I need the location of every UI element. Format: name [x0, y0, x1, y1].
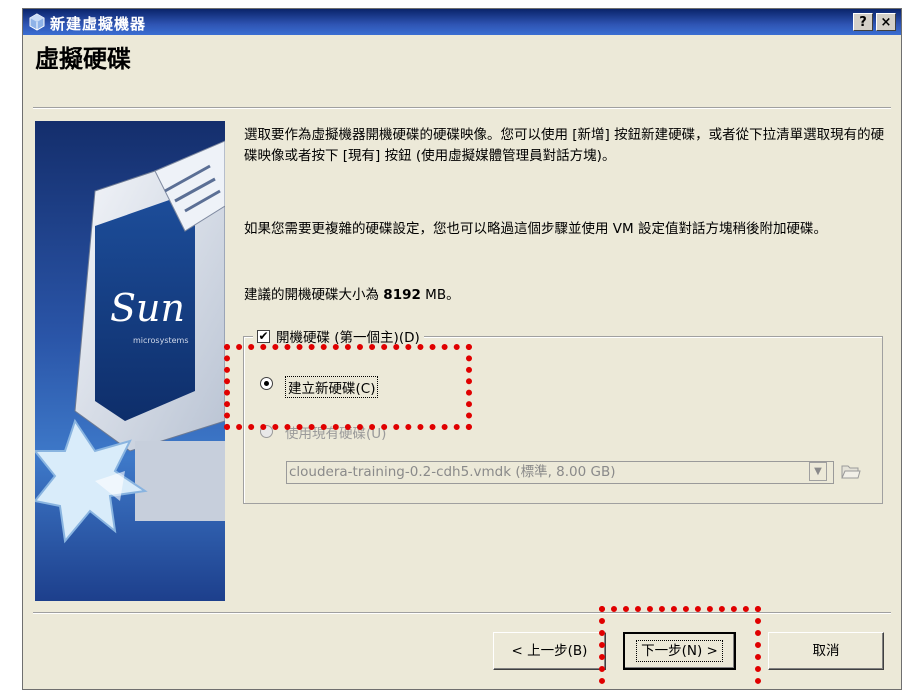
- svg-text:microsystems: microsystems: [133, 336, 189, 345]
- boot-disk-checkbox[interactable]: ✔: [257, 329, 270, 343]
- recommended-size-value: 8192: [383, 287, 421, 303]
- sun-logo-image: Sun microsystems: [35, 140, 225, 544]
- cancel-button[interactable]: 取消: [768, 632, 884, 670]
- virtualbox-icon: [29, 13, 45, 31]
- sun-wordmark: Sun: [110, 286, 185, 330]
- title-bar: 新建虛擬機器 ? ×: [23, 9, 901, 35]
- boot-disk-checkbox-label[interactable]: 開機硬碟 (第一個主)(D): [276, 326, 420, 346]
- use-existing-disk-radio[interactable]: [260, 425, 273, 438]
- next-button-label: 下一步(N) >: [636, 640, 723, 662]
- footer-divider: [33, 612, 891, 614]
- use-existing-disk-label[interactable]: 使用現有硬碟(U): [285, 422, 386, 442]
- back-button[interactable]: < 上一步(B): [493, 632, 606, 670]
- wizard-window: 新建虛擬機器 ? × 虛擬硬碟 Sun microsystems 選取要作為虛擬…: [22, 8, 902, 690]
- recommended-size-text: 建議的開機硬碟大小為 8192 MB。: [244, 287, 460, 303]
- next-button[interactable]: 下一步(N) >: [623, 632, 736, 670]
- close-button[interactable]: ×: [876, 13, 896, 31]
- description-paragraph-1: 選取要作為虛擬機器開機硬碟的硬碟映像。您可以使用 [新增] 按鈕新建硬碟，或者從…: [244, 127, 885, 164]
- create-new-disk-label[interactable]: 建立新硬碟(C): [285, 376, 379, 398]
- page-title: 虛擬硬碟: [35, 45, 131, 73]
- chevron-down-icon[interactable]: ▼: [809, 462, 827, 481]
- folder-open-icon[interactable]: [839, 460, 861, 482]
- existing-disk-select[interactable]: cloudera-training-0.2-cdh5.vmdk (標準, 8.0…: [286, 461, 834, 484]
- virtualbox-sun-illustration: Sun microsystems: [35, 121, 225, 601]
- description-paragraph-2: 如果您需要更複雜的硬碟設定，您也可以略過這個步驟並使用 VM 設定值對話方塊稍後…: [244, 221, 827, 237]
- create-new-disk-radio[interactable]: [260, 377, 273, 390]
- window-title: 新建虛擬機器: [50, 15, 147, 33]
- header-divider: [33, 107, 891, 109]
- help-button[interactable]: ?: [853, 13, 873, 31]
- boot-disk-legend[interactable]: ✔ 開機硬碟 (第一個主)(D): [253, 326, 424, 346]
